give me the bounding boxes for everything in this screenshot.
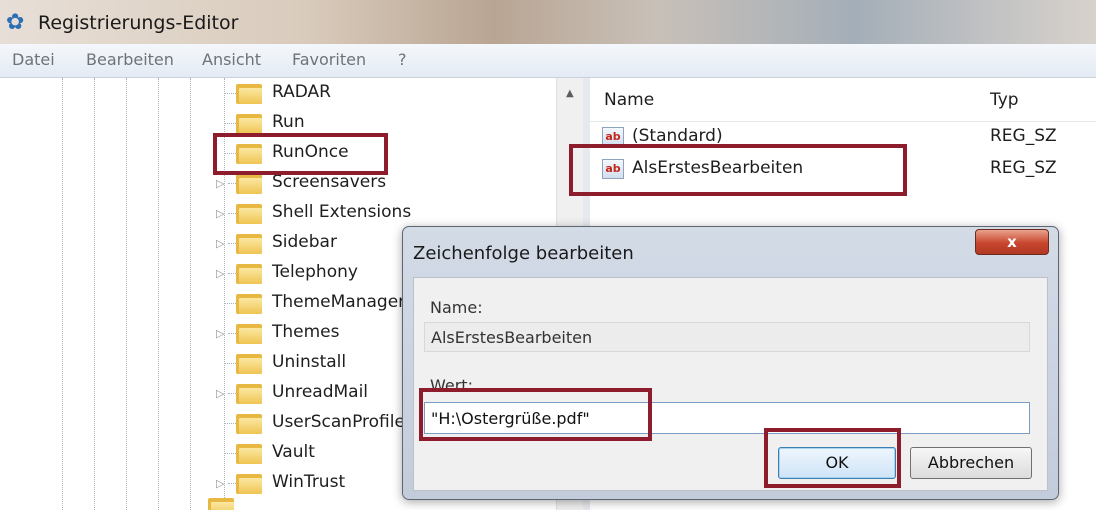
- string-value-icon: ab: [602, 159, 624, 179]
- tree-item-label: Run: [272, 112, 305, 132]
- cancel-button[interactable]: Abbrechen: [910, 447, 1032, 479]
- tree-connector: [228, 483, 236, 484]
- tree-item-run[interactable]: Run: [216, 108, 576, 138]
- edit-string-dialog: Zeichenfolge bearbeiten x Name: AlsErste…: [402, 226, 1059, 500]
- folder-icon: [236, 444, 262, 464]
- tree-connector: [228, 213, 236, 214]
- expand-arrow-icon[interactable]: ▷: [216, 477, 224, 490]
- menu-bearbeiten[interactable]: Bearbeiten: [86, 50, 174, 69]
- tree-item-label: Uninstall: [272, 352, 347, 372]
- registry-editor-icon: ✿: [6, 10, 25, 35]
- tree-connector: [224, 153, 236, 154]
- tree-guide-line: [190, 78, 191, 510]
- window-title: Registrierungs-Editor: [38, 12, 239, 34]
- tree-item-label: Sidebar: [272, 232, 337, 252]
- expand-arrow-icon[interactable]: ▷: [216, 207, 224, 220]
- folder-icon: [236, 264, 262, 284]
- tree-item-label: UserScanProfile: [272, 412, 405, 432]
- folder-icon: [236, 234, 262, 254]
- menu-help[interactable]: ?: [398, 50, 407, 69]
- tree-connector: [224, 93, 236, 94]
- tree-item-screensavers[interactable]: ▷ Screensavers: [216, 168, 576, 198]
- tree-item-label: RADAR: [272, 82, 331, 102]
- tree-connector: [224, 123, 236, 124]
- tree-guide-line: [94, 78, 95, 510]
- tree-connector: [228, 183, 236, 184]
- value-name-field: AlsErstesBearbeiten: [424, 322, 1030, 352]
- tree-item-runonce[interactable]: RunOnce: [216, 138, 576, 168]
- value-type: REG_SZ: [990, 126, 1057, 146]
- column-header-name[interactable]: Name: [604, 90, 654, 110]
- value-row-alserstesbearbeiten[interactable]: ab AlsErstesBearbeiten REG_SZ: [590, 154, 1096, 184]
- tree-connector: [224, 423, 236, 424]
- tree-connector: [228, 243, 236, 244]
- folder-icon: [236, 474, 262, 494]
- tree-item-label: Screensavers: [272, 172, 387, 192]
- folder-icon: [208, 498, 234, 510]
- folder-icon: [236, 294, 262, 314]
- value-label: Wert:: [430, 376, 473, 395]
- tree-item-radar[interactable]: RADAR: [216, 78, 576, 108]
- value-type: REG_SZ: [990, 158, 1057, 178]
- value-name: (Standard): [632, 126, 723, 146]
- folder-icon: [236, 354, 262, 374]
- menu-favoriten[interactable]: Favoriten: [292, 50, 366, 69]
- folder-icon: [236, 384, 262, 404]
- folder-icon: [236, 84, 262, 104]
- dialog-body: Name: AlsErstesBearbeiten Wert: "H:\Oste…: [413, 277, 1048, 491]
- folder-icon: [236, 114, 262, 134]
- tree-item-label: ThemeManager: [272, 292, 406, 312]
- dialog-title: Zeichenfolge bearbeiten: [413, 243, 634, 264]
- tree-guide-line: [126, 78, 127, 510]
- tree-item-label: RunOnce: [272, 142, 349, 162]
- tree-connector: [224, 453, 236, 454]
- tree-item-label: Shell Extensions: [272, 202, 412, 222]
- tree-connector: [228, 333, 236, 334]
- tree-connector: [224, 303, 236, 304]
- tree-connector: [228, 273, 236, 274]
- folder-icon: [236, 324, 262, 344]
- expand-arrow-icon[interactable]: ▷: [216, 327, 224, 340]
- column-header-type[interactable]: Typ: [990, 90, 1019, 110]
- tree-item-label: Vault: [272, 442, 315, 462]
- tree-connector: [228, 393, 236, 394]
- expand-arrow-icon[interactable]: ▷: [216, 237, 224, 250]
- menu-datei[interactable]: Datei: [12, 50, 55, 69]
- menu-ansicht[interactable]: Ansicht: [202, 50, 261, 69]
- tree-guide-line: [62, 78, 63, 510]
- tree-item-label: WinTrust: [272, 472, 346, 492]
- tree-item-label: UnreadMail: [272, 382, 369, 402]
- folder-icon: [236, 174, 262, 194]
- ok-button[interactable]: OK: [778, 447, 896, 479]
- title-bar: ✿ Registrierungs-Editor: [0, 0, 1096, 44]
- value-name: AlsErstesBearbeiten: [632, 158, 804, 178]
- scroll-up-arrow-icon[interactable]: ▲: [566, 88, 574, 99]
- folder-icon: [236, 204, 262, 224]
- string-value-icon: ab: [602, 127, 624, 147]
- expand-arrow-icon[interactable]: ▷: [216, 177, 224, 190]
- value-row-standard[interactable]: ab (Standard) REG_SZ: [590, 122, 1096, 152]
- name-label: Name:: [430, 298, 483, 317]
- tree-item-label: Telephony: [272, 262, 358, 282]
- close-button[interactable]: x: [975, 229, 1049, 255]
- tree-guide-line: [158, 78, 159, 510]
- folder-icon: [236, 414, 262, 434]
- tree-item-label: Themes: [272, 322, 340, 342]
- expand-arrow-icon[interactable]: ▷: [216, 267, 224, 280]
- expand-arrow-icon[interactable]: ▷: [216, 387, 224, 400]
- tree-item-shell-extensions[interactable]: ▷ Shell Extensions: [216, 198, 576, 228]
- value-data-input[interactable]: "H:\Ostergrüße.pdf": [424, 402, 1030, 434]
- folder-icon: [236, 144, 262, 164]
- menu-bar: Datei Bearbeiten Ansicht Favoriten ?: [0, 44, 1096, 78]
- tree-connector: [224, 363, 236, 364]
- list-header: Name Typ: [590, 78, 1096, 122]
